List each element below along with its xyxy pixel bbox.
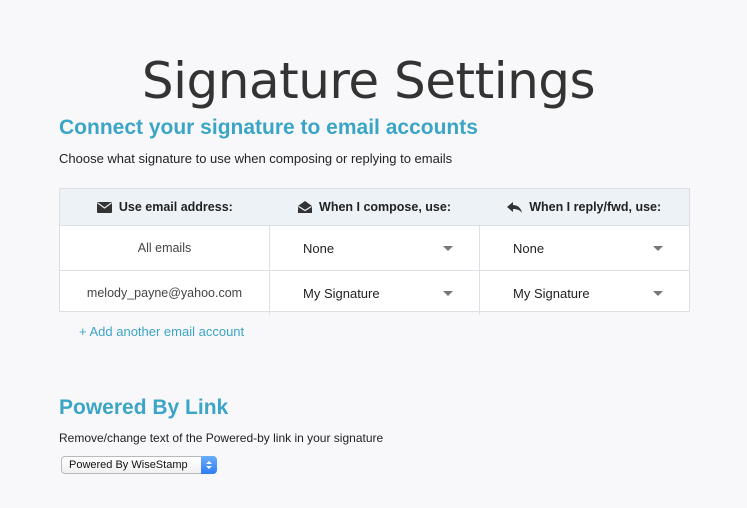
reply-signature-cell: None [480, 226, 689, 270]
powered-by-select[interactable]: Powered By WiseStamp [61, 456, 217, 474]
compose-signature-cell: My Signature [270, 271, 480, 315]
reply-signature-value: None [513, 240, 545, 256]
column-header-reply: When I reply/fwd, use: [479, 189, 689, 225]
email-address-cell: All emails [60, 226, 270, 270]
compose-signature-cell: None [270, 226, 480, 270]
caret-down-icon [443, 245, 453, 251]
column-header-email-label: Use email address: [118, 200, 233, 214]
page-title: Signature Settings [141, 51, 596, 110]
column-header-reply-label: When I reply/fwd, use: [529, 200, 662, 214]
caret-down-icon [653, 245, 663, 251]
powered-by-section-description: Remove/change text of the Powered-by lin… [59, 431, 384, 445]
open-envelope-icon [298, 201, 313, 213]
compose-signature-value: My Signature [303, 285, 380, 301]
table-row: melody_payne@yahoo.com My Signature My S… [60, 271, 689, 315]
reply-signature-cell: My Signature [480, 271, 689, 315]
select-stepper-icon [201, 456, 217, 474]
reply-signature-value: My Signature [513, 285, 590, 301]
compose-signature-dropdown[interactable]: None [270, 241, 479, 256]
signature-assignment-table: Use email address: When I compose, use: … [59, 188, 690, 315]
connect-section-title: Connect your signature to email accounts [59, 116, 478, 139]
add-email-account-link[interactable]: + Add another email account [79, 324, 244, 339]
caret-down-icon [443, 290, 453, 296]
caret-down-icon [653, 290, 663, 296]
compose-signature-dropdown[interactable]: My Signature [270, 286, 479, 301]
powered-by-select-value: Powered By WiseStamp [69, 459, 188, 471]
column-header-compose: When I compose, use: [270, 189, 480, 225]
column-header-compose-label: When I compose, use: [319, 200, 451, 214]
envelope-icon [96, 201, 112, 213]
connect-section-description: Choose what signature to use when compos… [59, 151, 453, 166]
email-address-cell: melody_payne@yahoo.com [60, 271, 270, 315]
powered-by-section-title: Powered By Link [59, 396, 229, 419]
reply-signature-dropdown[interactable]: My Signature [480, 286, 689, 301]
column-header-email: Use email address: [60, 189, 270, 225]
table-header: Use email address: When I compose, use: … [60, 189, 689, 226]
compose-signature-value: None [303, 240, 335, 256]
table-row: All emails None None [60, 226, 689, 271]
reply-signature-dropdown[interactable]: None [480, 241, 689, 256]
reply-arrow-icon [507, 201, 523, 213]
